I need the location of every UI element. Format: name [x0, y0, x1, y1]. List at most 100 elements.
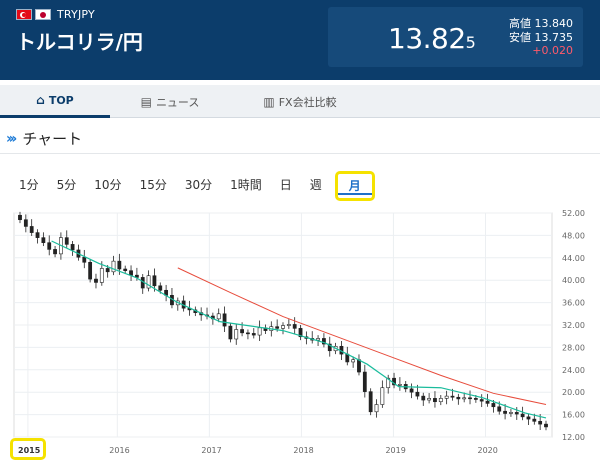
period-15min[interactable]: 15分 [131, 171, 176, 201]
price-chart[interactable]: 52.00 48.00 44.00 40.00 36.00 32.00 28.00 24.00… [0, 205, 600, 463]
x-tick-label: 2016 [109, 446, 129, 455]
x-tick-label: 2019 [385, 446, 405, 455]
newspaper-icon: ▤ [140, 94, 152, 109]
candle-body [509, 412, 513, 414]
candle-body [35, 232, 40, 238]
tab-news[interactable]: ▤ ニュース [110, 85, 230, 118]
candle-body [82, 256, 87, 263]
candle-body [374, 404, 379, 413]
candle-body [479, 399, 484, 402]
turkey-flag-icon [16, 9, 32, 20]
price-main-digits: 13.82 [388, 22, 466, 55]
period-week[interactable]: 週 [301, 171, 331, 201]
current-price: 13.825 [388, 22, 476, 55]
chart-svg: 52.00 48.00 44.00 40.00 36.00 32.00 28.00 24.00… [13, 209, 585, 455]
candle-body [462, 397, 467, 400]
price-sub-digit: 5 [465, 33, 476, 52]
candle-body [117, 260, 122, 270]
candle-body [216, 313, 221, 320]
period-1hour[interactable]: 1時間 [221, 171, 271, 201]
candle-body [105, 268, 110, 273]
pair-name: トルコリラ/円 [16, 30, 143, 54]
candle-body [275, 326, 280, 329]
x-tick-label: 2020 [478, 446, 498, 455]
candle-body [47, 242, 52, 250]
section-divider [0, 153, 600, 154]
candle-body [152, 275, 157, 287]
y-tick-label: 36.00 [562, 299, 585, 308]
y-tick-label: 44.00 [562, 254, 585, 263]
candle-body [41, 237, 46, 243]
candle-body [491, 403, 496, 408]
tab-compare-label: FX会社比較 [278, 95, 337, 109]
pair-row: TRYJPY [16, 8, 95, 21]
pair-code: TRYJPY [57, 8, 95, 21]
candle-body [520, 413, 525, 418]
low-label: 安値 [509, 31, 531, 44]
candle-body [292, 324, 297, 329]
candle-body [23, 219, 28, 227]
building-icon: ▥ [263, 94, 275, 109]
active-period-underline [337, 193, 372, 195]
candle-body [94, 278, 98, 283]
candle-body [438, 398, 443, 403]
candle-body [129, 270, 133, 276]
japan-flag-icon [35, 9, 51, 20]
candle-body [222, 313, 227, 327]
candle-body [123, 268, 128, 271]
candle-body [64, 237, 69, 245]
candle-body [421, 395, 426, 401]
period-30min[interactable]: 30分 [176, 171, 221, 201]
period-month[interactable]: 月 [334, 171, 375, 201]
price-box: 13.825 高値 13.840 安値 13.735 +0.020 [328, 7, 583, 67]
candle-body [433, 398, 437, 403]
candle-body [29, 226, 34, 233]
candle-body [497, 406, 502, 412]
period-10min[interactable]: 10分 [85, 171, 130, 201]
candle-body [532, 418, 537, 422]
candle-body [286, 324, 291, 326]
candle-body [362, 371, 367, 392]
period-day[interactable]: 日 [271, 171, 301, 201]
candle-body [368, 391, 373, 413]
candle-body [99, 268, 104, 283]
candle-body [234, 329, 239, 340]
candle-body [409, 388, 414, 393]
tab-top[interactable]: ⌂ TOP [0, 85, 110, 118]
low-value: 13.735 [534, 31, 574, 44]
period-selector: 1分 5分 10分 15分 30分 1時間 日 週 月 [10, 171, 375, 201]
candle-body [503, 410, 507, 414]
candle-body [415, 391, 420, 397]
period-1min[interactable]: 1分 [10, 171, 48, 201]
tab-fx-compare[interactable]: ▥ FX会社比較 [230, 85, 370, 118]
candle-body [538, 421, 543, 425]
candle-body [281, 325, 285, 329]
y-tick-label: 20.00 [562, 388, 585, 397]
candle-body [444, 395, 449, 399]
candle-body [450, 395, 455, 398]
x-tick-label: 2018 [293, 446, 313, 455]
candle-body [257, 327, 262, 336]
candle-body [158, 285, 163, 291]
candle-body [514, 412, 519, 415]
candle-body [427, 398, 432, 401]
candle-body [111, 260, 116, 273]
y-tick-label: 32.00 [562, 321, 585, 330]
period-5min[interactable]: 5分 [48, 171, 86, 201]
candle-body [544, 423, 548, 428]
y-tick-label: 48.00 [562, 231, 585, 240]
candle-body [228, 325, 233, 340]
candle-body [380, 387, 385, 405]
period-month-label: 月 [348, 179, 361, 193]
y-tick-label: 12.00 [562, 433, 585, 442]
x-tick-label: 2017 [201, 446, 221, 455]
section-label: チャート [22, 130, 83, 148]
candle-body [251, 333, 256, 336]
y-tick-label: 16.00 [562, 411, 585, 420]
candle-body [351, 359, 356, 363]
main-tabs: ⌂ TOP ▤ ニュース ▥ FX会社比較 [0, 85, 600, 118]
candle-body [397, 384, 402, 386]
candle-body [485, 400, 490, 404]
y-tick-label: 24.00 [562, 366, 585, 375]
y-tick-label: 28.00 [562, 343, 585, 352]
